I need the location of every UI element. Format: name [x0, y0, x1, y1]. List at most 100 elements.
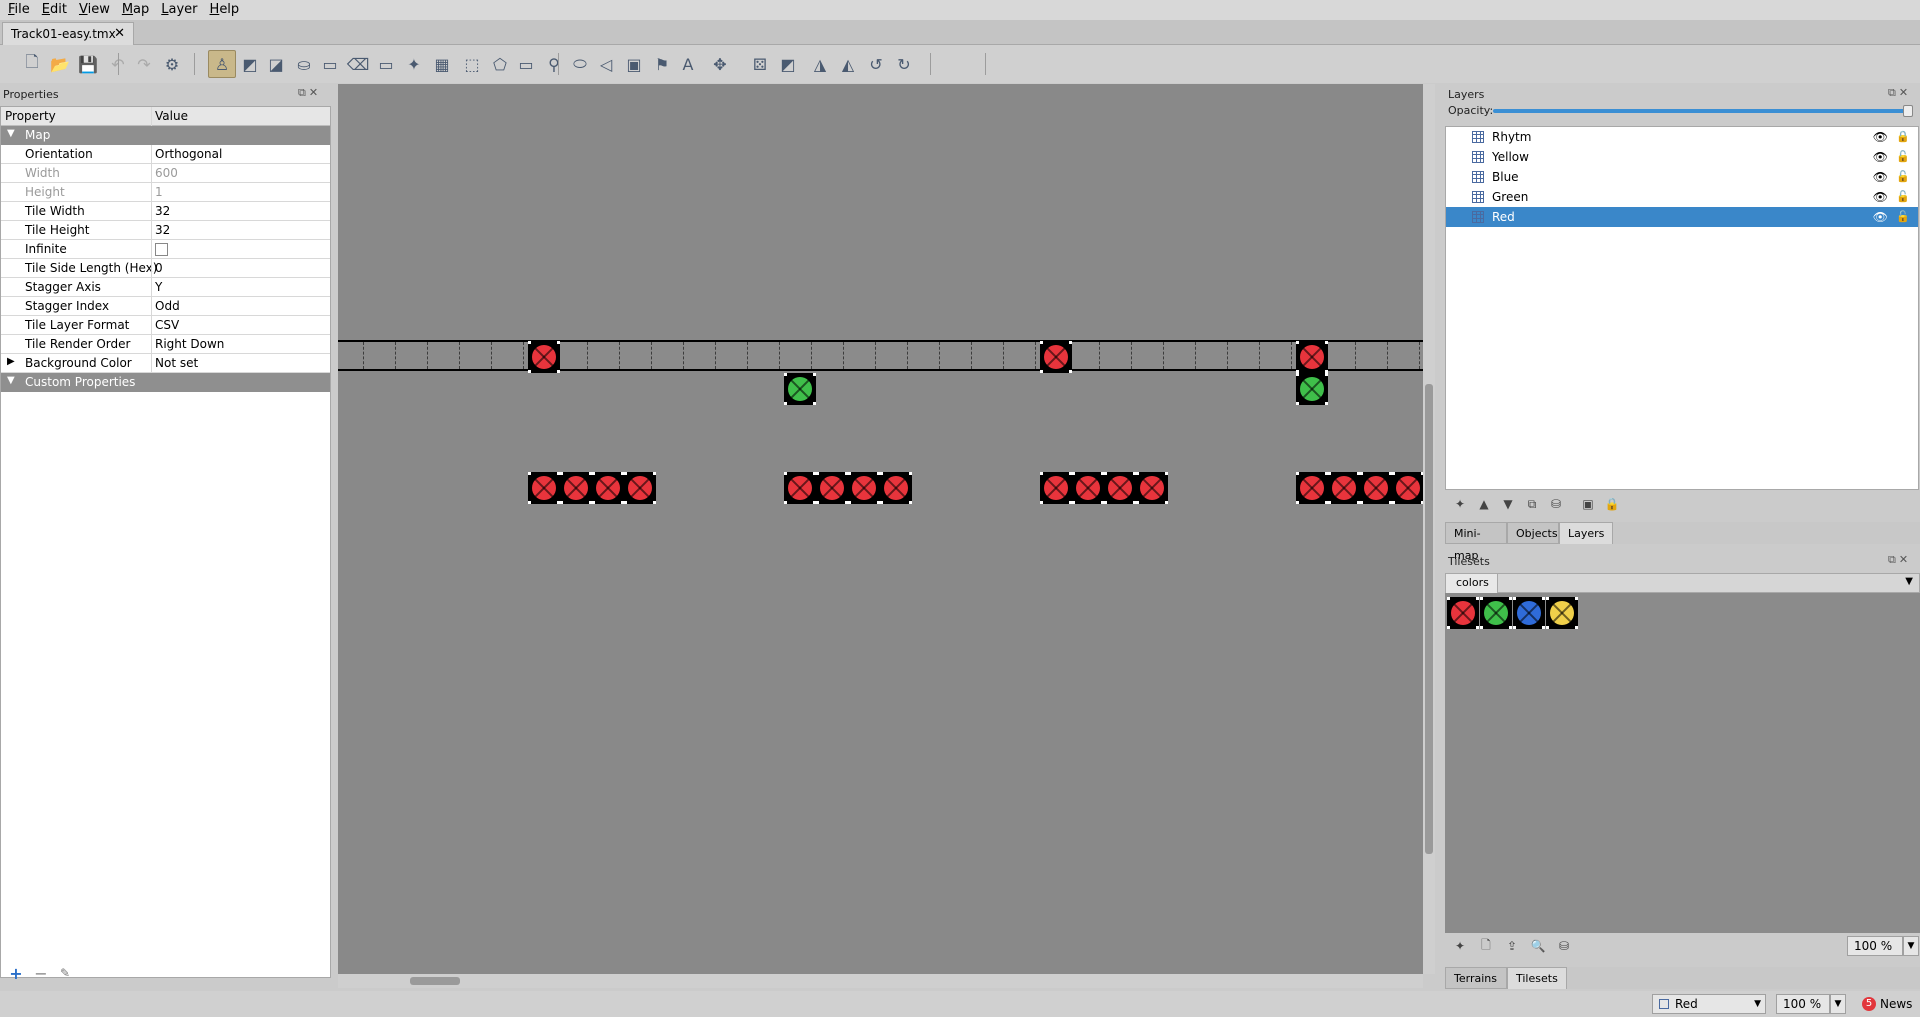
menu-edit[interactable]: Edit	[38, 0, 75, 20]
eye-icon[interactable]: 👁	[1873, 130, 1888, 144]
property-row[interactable]: Tile Width 32	[1, 202, 330, 221]
eye-icon[interactable]: 👁	[1873, 210, 1888, 224]
group-custom-properties[interactable]: ▼ Custom Properties	[1, 373, 330, 392]
random-mode-icon[interactable]: ⚄	[746, 50, 774, 78]
layer-offset-icon[interactable]: ✥	[706, 50, 734, 78]
redo-icon[interactable]: ↷	[130, 50, 158, 78]
unlock-icon[interactable]: 🔓	[1896, 190, 1910, 203]
layer-row-green[interactable]: Green 👁 🔓	[1446, 187, 1918, 207]
tileset-menu-dropdown-icon[interactable]: ▼	[1905, 576, 1913, 587]
property-value[interactable]: Y	[155, 280, 162, 294]
insert-ellipse-icon[interactable]: ⬭	[566, 50, 594, 78]
tileset-zoom-combo[interactable]: 100 %	[1847, 936, 1903, 956]
menu-view[interactable]: View	[75, 0, 118, 20]
edit-polygons-icon[interactable]: ⬠	[486, 50, 514, 78]
close-tab-icon[interactable]: ✕	[114, 23, 125, 45]
bucket-fill-icon[interactable]: ⛀	[290, 50, 318, 78]
zoom-combo[interactable]: 100 %	[1776, 994, 1830, 1014]
flip-vertical-icon[interactable]: ◭	[834, 50, 862, 78]
news-count-badge[interactable]: 5	[1862, 997, 1876, 1011]
layer-combo[interactable]: Red ▼	[1652, 994, 1766, 1014]
select-same-tile-icon[interactable]: ▦	[428, 50, 456, 78]
news-link[interactable]: News	[1880, 997, 1912, 1011]
properties-header[interactable]: Property Value	[1, 107, 330, 126]
insert-template-icon[interactable]: ⚑	[648, 50, 676, 78]
property-row[interactable]: Stagger Index Odd	[1, 297, 330, 316]
insert-tile-icon[interactable]: ▣	[620, 50, 648, 78]
new-tileset-icon[interactable]: ✦	[1453, 939, 1467, 953]
flip-horizontal-icon[interactable]: ◮	[806, 50, 834, 78]
rotate-right-icon[interactable]: ↻	[890, 50, 918, 78]
collapse-arrow-icon[interactable]: ▼	[7, 375, 15, 386]
layer-row-rhytm[interactable]: Rhytm 👁 🔒	[1446, 127, 1918, 147]
remove-tileset-icon[interactable]: ⛁	[1557, 939, 1571, 953]
tileset-view[interactable]	[1445, 593, 1920, 933]
property-row[interactable]: Orientation Orthogonal	[1, 145, 330, 164]
tileset-tab[interactable]: colors	[1446, 574, 1498, 593]
map-vertical-scrollbar[interactable]	[1423, 84, 1435, 974]
property-value[interactable]: 32	[155, 204, 170, 218]
tileset-tile-green[interactable]	[1480, 597, 1512, 629]
tileset-tile-yellow[interactable]	[1546, 597, 1578, 629]
unlock-icon[interactable]: 🔓	[1896, 170, 1910, 183]
menu-help[interactable]: Help	[206, 0, 248, 20]
tab-layers[interactable]: Layers	[1559, 522, 1613, 544]
unlock-icon[interactable]: 🔓	[1896, 150, 1910, 163]
property-value[interactable]: 600	[155, 166, 178, 180]
edit-tileset-icon[interactable]: 🔍	[1531, 939, 1546, 953]
property-value[interactable]: 0	[155, 261, 163, 275]
property-value[interactable]: 1	[155, 185, 163, 199]
map-horizontal-scrollbar[interactable]	[338, 974, 1423, 988]
layer-row-blue[interactable]: Blue 👁 🔓	[1446, 167, 1918, 187]
export-tileset-icon[interactable]: ⇪	[1505, 939, 1519, 953]
wang-fill-mode-icon[interactable]: ◩	[774, 50, 802, 78]
menu-layer[interactable]: Layer	[157, 0, 205, 20]
insert-polygon-icon[interactable]: ◁	[592, 50, 620, 78]
property-value[interactable]: 32	[155, 223, 170, 237]
property-row[interactable]: Stagger Axis Y	[1, 278, 330, 297]
tileset-tile-blue[interactable]	[1513, 597, 1545, 629]
property-value[interactable]: Odd	[155, 299, 180, 313]
eye-icon[interactable]: 👁	[1873, 150, 1888, 164]
property-value[interactable]: CSV	[155, 318, 179, 332]
magic-wand-icon[interactable]: ✦	[400, 50, 428, 78]
property-row[interactable]: ▶ Background Color Not set	[1, 354, 330, 373]
delete-layer-icon[interactable]: ⛁	[1549, 497, 1563, 511]
add-property-icon[interactable]: +	[9, 964, 23, 983]
wang-brush-icon[interactable]: ◪	[262, 50, 290, 78]
tileset-tile-red[interactable]	[1447, 597, 1479, 629]
panel-float-close-icons[interactable]: ⧉✕	[1888, 553, 1911, 567]
open-file-icon[interactable]: 📂	[46, 50, 74, 78]
eye-icon[interactable]: 👁	[1873, 170, 1888, 184]
menu-file[interactable]: File	[4, 0, 38, 20]
layer-group-icon[interactable]: ▣	[1581, 497, 1595, 511]
unlock-icon[interactable]: 🔓	[1896, 210, 1910, 223]
new-layer-icon[interactable]: ✦	[1453, 497, 1467, 511]
layer-row-red[interactable]: Red 👁 🔓	[1446, 207, 1918, 227]
shape-fill-icon[interactable]: ▭	[316, 50, 344, 78]
panel-float-close-icons[interactable]: ⧉✕	[1888, 86, 1911, 100]
eye-icon[interactable]: 👁	[1873, 190, 1888, 204]
document-tab[interactable]: Track01-easy.tmx ✕	[2, 22, 134, 46]
rotate-left-icon[interactable]: ↺	[862, 50, 890, 78]
eraser-icon[interactable]: ⌫	[344, 50, 372, 78]
rectangular-select-icon[interactable]: ▭	[372, 50, 400, 78]
tab-tilesets[interactable]: Tilesets	[1507, 967, 1567, 989]
scrollbar-thumb[interactable]	[410, 977, 460, 985]
chevron-down-icon[interactable]: ▼	[1830, 994, 1846, 1014]
expand-arrow-icon[interactable]: ▶	[7, 356, 15, 367]
property-row[interactable]: Tile Layer Format CSV	[1, 316, 330, 335]
insert-text-icon[interactable]: A	[674, 50, 702, 78]
tab-terrains[interactable]: Terrains	[1445, 967, 1507, 989]
opacity-slider[interactable]	[1493, 105, 1913, 117]
property-value[interactable]: Orthogonal	[155, 147, 222, 161]
layer-row-yellow[interactable]: Yellow 👁 🔓	[1446, 147, 1918, 167]
lock-icon[interactable]: 🔒	[1896, 130, 1910, 143]
property-row[interactable]: Height 1	[1, 183, 330, 202]
menu-map[interactable]: Map	[118, 0, 157, 20]
rename-property-icon[interactable]: ✎	[58, 966, 72, 980]
panel-float-close-icons[interactable]: ⧉✕	[298, 86, 321, 100]
property-value[interactable]: Not set	[155, 356, 198, 370]
chevron-down-icon[interactable]: ▼	[1903, 936, 1919, 956]
group-map[interactable]: ▼ Map	[1, 126, 330, 145]
